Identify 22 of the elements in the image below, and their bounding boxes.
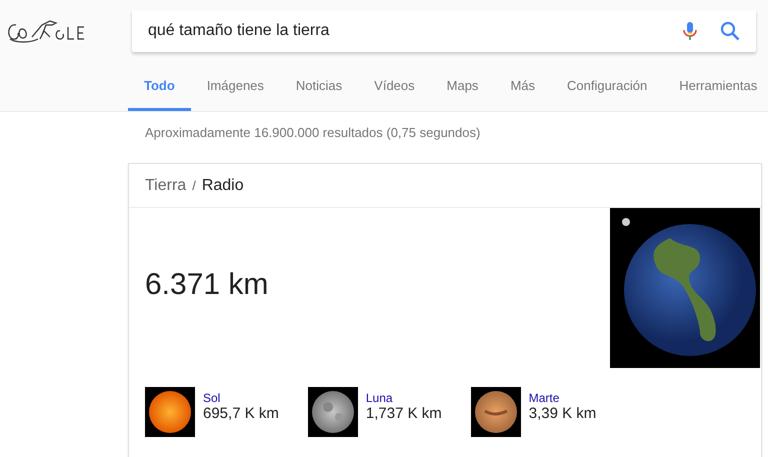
earth-image[interactable] bbox=[610, 208, 760, 368]
related-value: 3,39 K km bbox=[528, 405, 596, 422]
search-tab[interactable]: Todo bbox=[128, 62, 191, 111]
search-tab[interactable]: Imágenes bbox=[190, 62, 280, 111]
related-value: 695,7 K km bbox=[203, 405, 279, 422]
related-link[interactable]: Sol bbox=[203, 387, 279, 405]
search-tab[interactable]: Noticias bbox=[280, 62, 358, 111]
search-field[interactable]: qué tamaño tiene la tierra bbox=[132, 10, 756, 52]
breadcrumb-separator: / bbox=[192, 178, 196, 193]
search-tab[interactable]: Vídeos bbox=[358, 62, 431, 111]
related-link[interactable]: Marte bbox=[528, 387, 596, 405]
search-tab[interactable]: Herramientas bbox=[663, 62, 768, 111]
result-stats: Aproximadamente 16.900.000 resultados (0,75 segundos) bbox=[144, 124, 482, 142]
search-tab[interactable]: Más bbox=[494, 62, 551, 111]
related-link[interactable]: Luna bbox=[366, 387, 442, 405]
search-tab[interactable]: Maps bbox=[430, 62, 494, 111]
search-query: qué tamaño tiene la tierra bbox=[148, 22, 330, 40]
breadcrumb-link[interactable]: Tierra bbox=[145, 176, 186, 194]
related-value: 1,737 K km bbox=[366, 405, 442, 422]
answer-value: 6.371 km bbox=[144, 267, 268, 303]
breadcrumb-current: Radio bbox=[202, 176, 244, 194]
search-tab[interactable]: Configuración bbox=[551, 62, 664, 111]
